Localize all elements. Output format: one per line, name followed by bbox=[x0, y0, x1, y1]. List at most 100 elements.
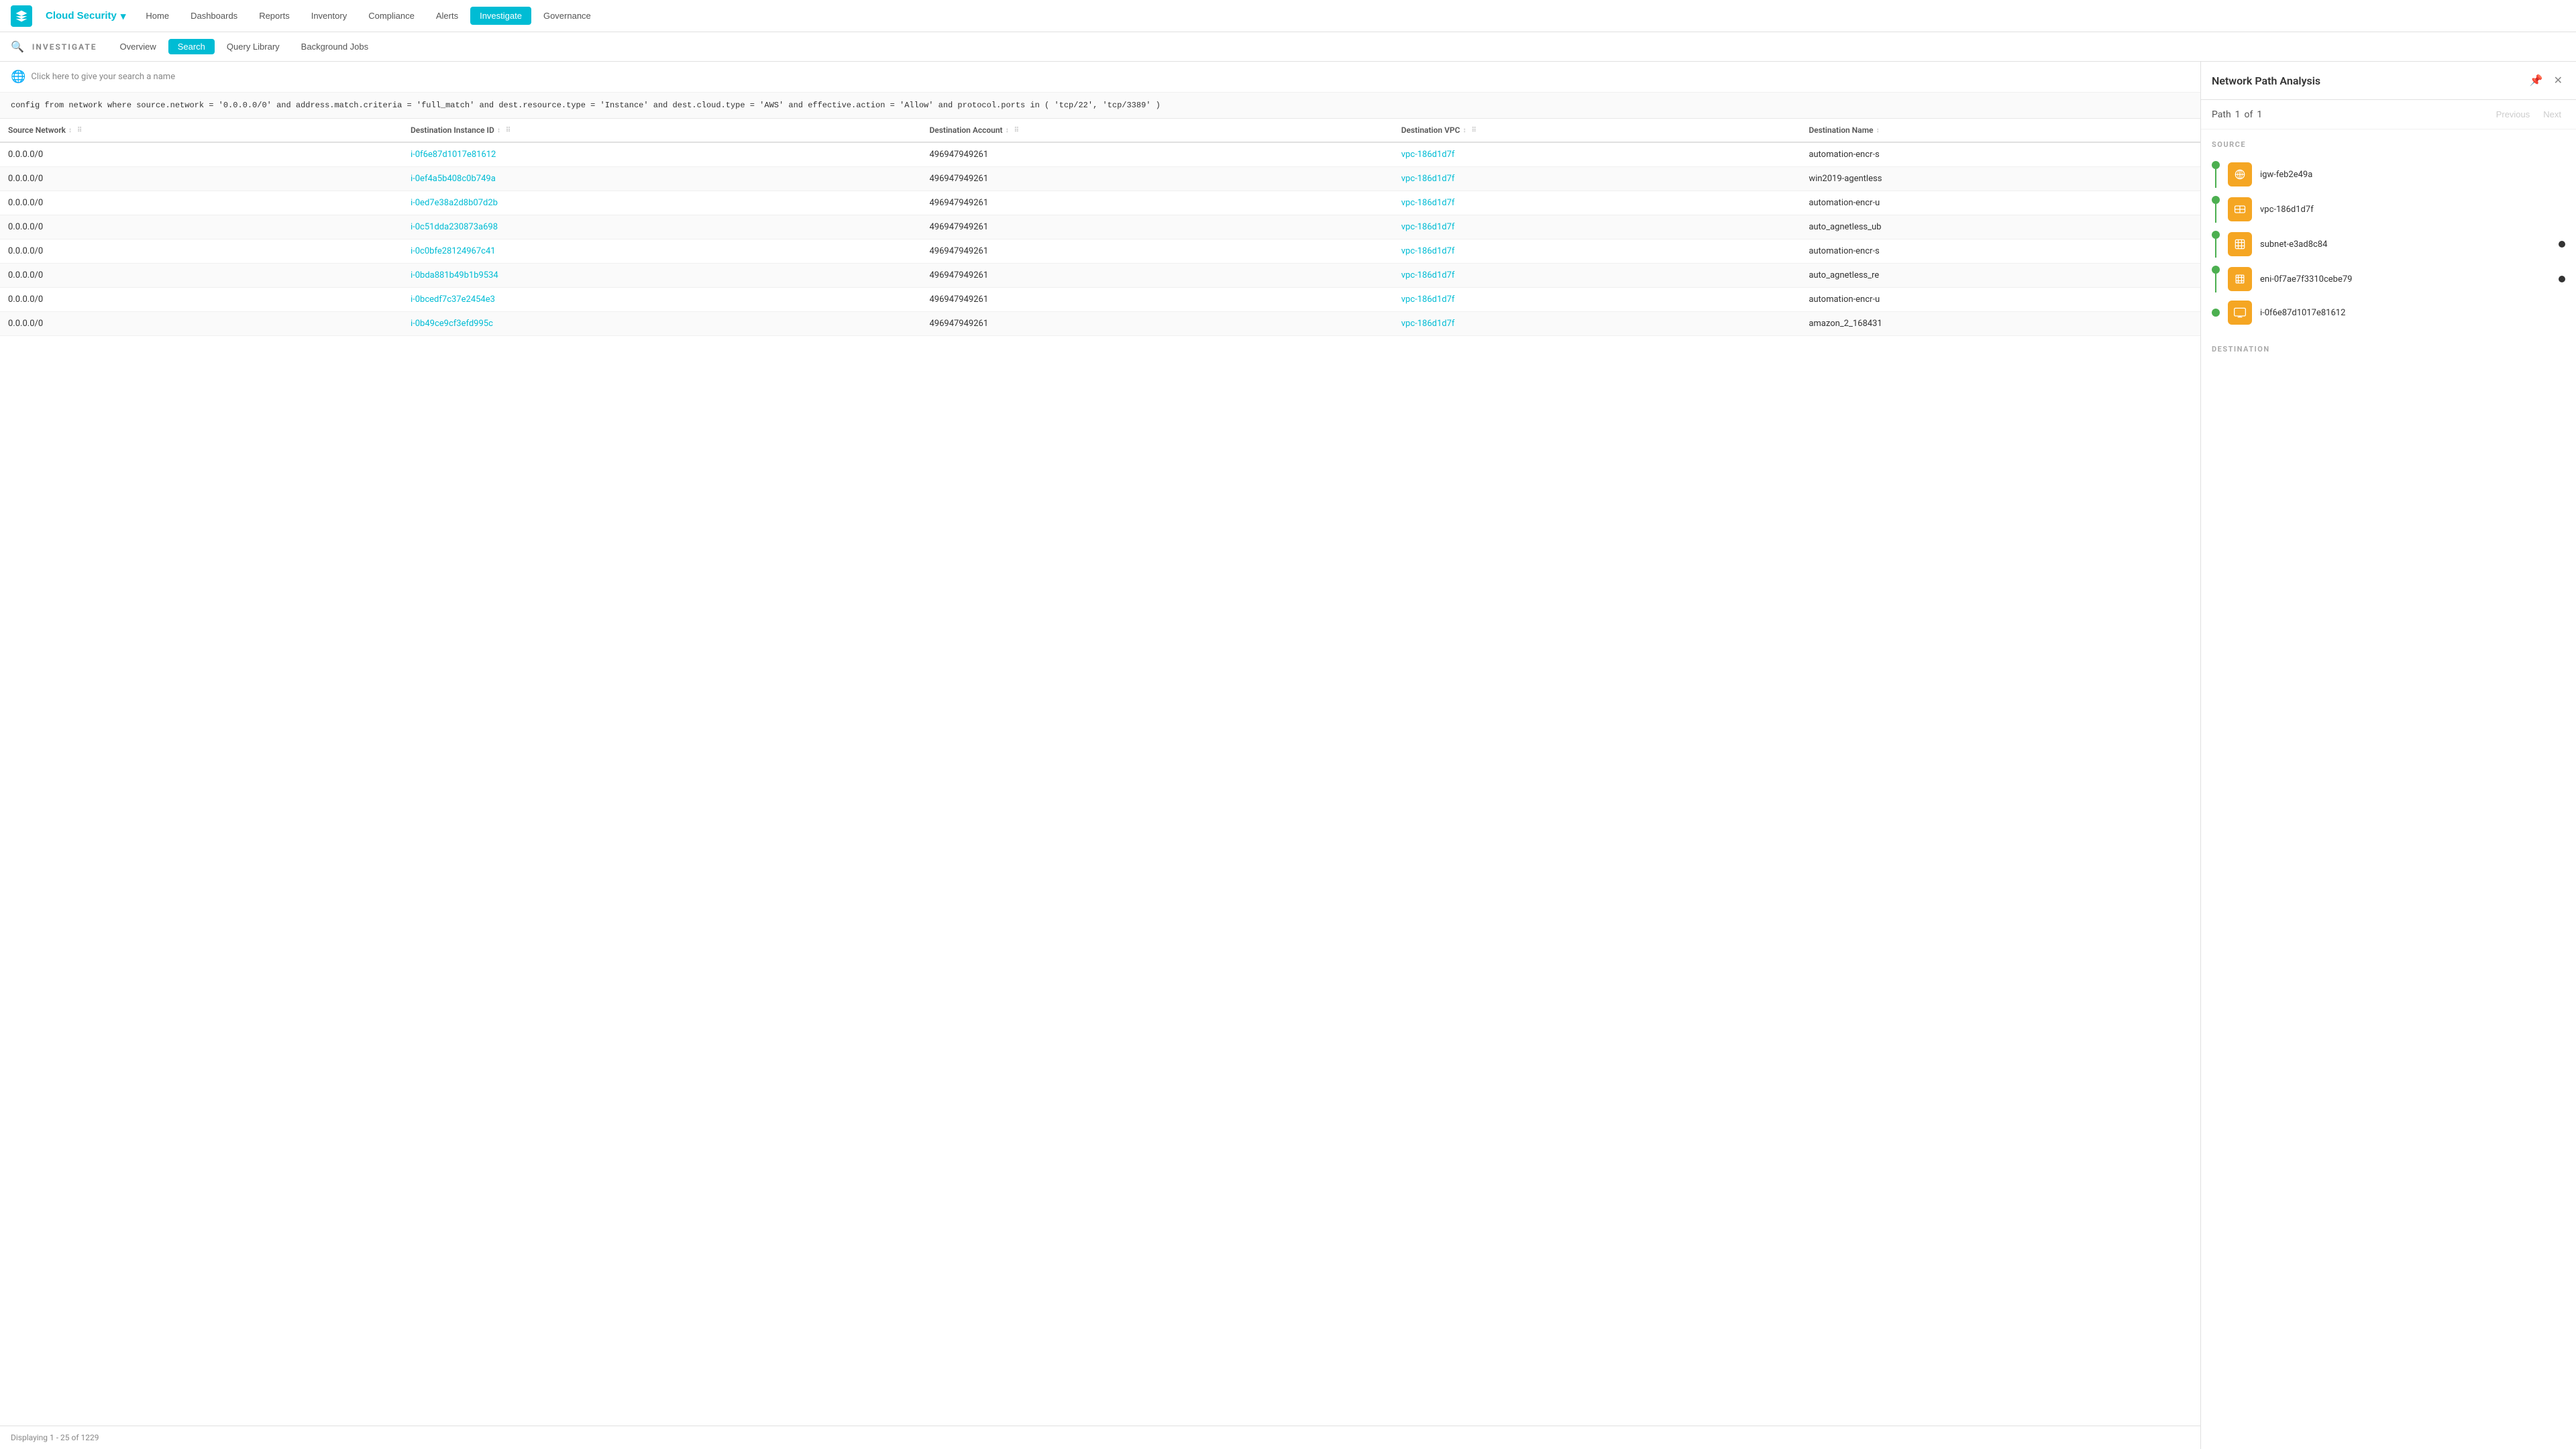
path-node-vpc: vpc-186d1d7f bbox=[2212, 192, 2565, 227]
cell-dest-vpc[interactable]: vpc-186d1d7f bbox=[1393, 142, 1801, 167]
cell-dest-instance-id[interactable]: i-0b49ce9cf3efd995c bbox=[402, 312, 921, 336]
path-nodes: igw-feb2e49a vpc-186d1d7f bbox=[2212, 157, 2565, 329]
path-current: 1 bbox=[2235, 109, 2241, 120]
path-total: 1 bbox=[2257, 109, 2262, 120]
destination-section: DESTINATION bbox=[2212, 345, 2565, 354]
sort-icon-dest-name: ↕ bbox=[1876, 127, 1880, 134]
node-connector-vpc bbox=[2212, 196, 2220, 223]
cell-dest-instance-id[interactable]: i-0ef4a5b408c0b749a bbox=[402, 167, 921, 191]
destination-section-label: DESTINATION bbox=[2212, 345, 2565, 354]
path-nav-buttons: Previous Next bbox=[2492, 108, 2565, 121]
cell-dest-instance-id[interactable]: i-0ed7e38a2d8b07d2b bbox=[402, 191, 921, 215]
node-dot-eni bbox=[2212, 266, 2220, 274]
cell-dest-name: win2019-agentless bbox=[1801, 167, 2200, 191]
cell-dest-vpc[interactable]: vpc-186d1d7f bbox=[1393, 215, 1801, 239]
table-row: 0.0.0.0/0i-0b49ce9cf3efd995c496947949261… bbox=[0, 312, 2200, 336]
node-label-subnet: subnet-e3ad8c84 bbox=[2260, 239, 2327, 250]
sort-icon-dest-acct: ↕ bbox=[1006, 127, 1009, 134]
brand-button[interactable]: Cloud Security ▾ bbox=[40, 7, 131, 25]
path-node-eni: eni-0f7ae7f3310cebe79 bbox=[2212, 262, 2565, 297]
close-button[interactable]: ✕ bbox=[2551, 71, 2565, 90]
cell-dest-vpc[interactable]: vpc-186d1d7f bbox=[1393, 239, 1801, 264]
cell-dest-instance-id[interactable]: i-0bcedf7c37e2454e3 bbox=[402, 288, 921, 312]
col-destination-name[interactable]: Destination Name ↕ bbox=[1801, 119, 2200, 142]
nav-compliance[interactable]: Compliance bbox=[359, 7, 424, 25]
app-logo bbox=[11, 5, 32, 27]
cell-dest-vpc[interactable]: vpc-186d1d7f bbox=[1393, 288, 1801, 312]
node-connector-subnet bbox=[2212, 231, 2220, 258]
top-navigation: Cloud Security ▾ Home Dashboards Reports… bbox=[0, 0, 2576, 32]
pin-button[interactable]: 📌 bbox=[2527, 71, 2546, 90]
path-label: Path bbox=[2212, 109, 2231, 120]
path-node-igw: igw-feb2e49a bbox=[2212, 157, 2565, 192]
table-header-row: Source Network ↕ ⠿ Destination Instance … bbox=[0, 119, 2200, 142]
node-icon-eni bbox=[2228, 267, 2252, 291]
panel-actions: 📌 ✕ bbox=[2527, 71, 2565, 90]
cell-dest-instance-id[interactable]: i-0c51dda230873a698 bbox=[402, 215, 921, 239]
cell-dest-account: 496947949261 bbox=[921, 215, 1393, 239]
nav-alerts[interactable]: Alerts bbox=[427, 7, 468, 25]
next-button[interactable]: Next bbox=[2539, 108, 2565, 121]
display-count: Displaying 1 - 25 of 1229 bbox=[11, 1433, 99, 1442]
node-line-igw bbox=[2215, 169, 2216, 188]
search-name-placeholder[interactable]: Click here to give your search a name bbox=[31, 72, 175, 82]
table-footer: Displaying 1 - 25 of 1229 bbox=[0, 1426, 2200, 1449]
cell-dest-vpc[interactable]: vpc-186d1d7f bbox=[1393, 167, 1801, 191]
cell-dest-instance-id[interactable]: i-0f6e87d1017e81612 bbox=[402, 142, 921, 167]
drag-handle-dest-acct[interactable]: ⠿ bbox=[1014, 127, 1019, 134]
drag-handle-source[interactable]: ⠿ bbox=[77, 127, 82, 134]
brand-chevron: ▾ bbox=[121, 10, 126, 22]
cell-dest-name: auto_agnetless_ub bbox=[1801, 215, 2200, 239]
table-row: 0.0.0.0/0i-0f6e87d1017e81612496947949261… bbox=[0, 142, 2200, 167]
col-destination-instance-id[interactable]: Destination Instance ID ↕ ⠿ bbox=[402, 119, 921, 142]
nav-reports[interactable]: Reports bbox=[250, 7, 299, 25]
cell-dest-vpc[interactable]: vpc-186d1d7f bbox=[1393, 264, 1801, 288]
cell-dest-vpc[interactable]: vpc-186d1d7f bbox=[1393, 191, 1801, 215]
cell-dest-name: automation-encr-u bbox=[1801, 191, 2200, 215]
col-destination-vpc[interactable]: Destination VPC ↕ ⠿ bbox=[1393, 119, 1801, 142]
table-row: 0.0.0.0/0i-0c0bfe28124967c41496947949261… bbox=[0, 239, 2200, 264]
source-section-label: SOURCE bbox=[2212, 140, 2565, 149]
nav-home[interactable]: Home bbox=[136, 7, 178, 25]
cell-dest-account: 496947949261 bbox=[921, 142, 1393, 167]
nav-governance[interactable]: Governance bbox=[534, 7, 600, 25]
query-box[interactable]: config from network where source.network… bbox=[0, 93, 2200, 119]
cell-dest-name: automation-encr-s bbox=[1801, 239, 2200, 264]
node-connector-igw bbox=[2212, 161, 2220, 188]
node-dot-subnet bbox=[2212, 231, 2220, 239]
investigate-label: INVESTIGATE bbox=[32, 42, 97, 52]
cell-dest-instance-id[interactable]: i-0c0bfe28124967c41 bbox=[402, 239, 921, 264]
network-path-content: SOURCE igw-feb2e49a bbox=[2201, 129, 2576, 1449]
tab-search[interactable]: Search bbox=[168, 39, 215, 54]
drag-handle-dest-id[interactable]: ⠿ bbox=[506, 127, 511, 134]
left-content: 🌐 Click here to give your search a name … bbox=[0, 62, 2200, 1449]
tab-query-library[interactable]: Query Library bbox=[217, 39, 289, 54]
cell-source-network: 0.0.0.0/0 bbox=[0, 191, 402, 215]
col-destination-account[interactable]: Destination Account ↕ ⠿ bbox=[921, 119, 1393, 142]
results-table: Source Network ↕ ⠿ Destination Instance … bbox=[0, 119, 2200, 336]
tab-overview[interactable]: Overview bbox=[111, 39, 166, 54]
previous-button[interactable]: Previous bbox=[2492, 108, 2534, 121]
brand-label: Cloud Security bbox=[46, 10, 117, 21]
node-icon-vpc bbox=[2228, 197, 2252, 221]
table-row: 0.0.0.0/0i-0c51dda230873a698496947949261… bbox=[0, 215, 2200, 239]
nav-dashboards[interactable]: Dashboards bbox=[181, 7, 247, 25]
tab-background-jobs[interactable]: Background Jobs bbox=[292, 39, 378, 54]
main-layout: 🌐 Click here to give your search a name … bbox=[0, 62, 2576, 1449]
node-label-instance: i-0f6e87d1017e81612 bbox=[2260, 308, 2345, 318]
sub-navigation: 🔍 INVESTIGATE Overview Search Query Libr… bbox=[0, 32, 2576, 62]
node-icon-instance bbox=[2228, 301, 2252, 325]
cell-dest-vpc[interactable]: vpc-186d1d7f bbox=[1393, 312, 1801, 336]
nav-inventory[interactable]: Inventory bbox=[302, 7, 356, 25]
col-source-network[interactable]: Source Network ↕ ⠿ bbox=[0, 119, 402, 142]
node-line-eni bbox=[2215, 274, 2216, 292]
cell-source-network: 0.0.0.0/0 bbox=[0, 312, 402, 336]
drag-handle-dest-vpc[interactable]: ⠿ bbox=[1471, 127, 1476, 134]
path-node-instance: i-0f6e87d1017e81612 bbox=[2212, 297, 2565, 329]
cell-dest-instance-id[interactable]: i-0bda881b49b1b9534 bbox=[402, 264, 921, 288]
cell-dest-account: 496947949261 bbox=[921, 239, 1393, 264]
search-name-bar: 🌐 Click here to give your search a name bbox=[0, 62, 2200, 93]
cell-dest-account: 496947949261 bbox=[921, 288, 1393, 312]
cell-dest-account: 496947949261 bbox=[921, 191, 1393, 215]
nav-investigate[interactable]: Investigate bbox=[470, 7, 531, 25]
